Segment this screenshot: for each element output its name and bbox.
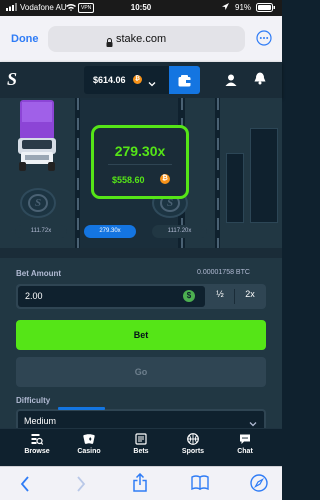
bet-button[interactable]: Bet: [16, 320, 266, 350]
browser-toolbar: Done stake.com: [0, 16, 282, 62]
nav-sports-label: Sports: [181, 448, 205, 455]
done-button[interactable]: Done: [11, 33, 39, 45]
lane-multiplier: 111.72x: [15, 225, 67, 238]
bell-icon[interactable]: [254, 72, 266, 90]
nav-sports[interactable]: Sports: [165, 433, 221, 455]
board-divider: [0, 248, 282, 258]
share-icon[interactable]: [133, 472, 147, 497]
bookmarks-icon[interactable]: [191, 475, 209, 495]
safari-compass-icon[interactable]: [250, 474, 268, 497]
nav-casino[interactable]: Casino: [61, 433, 117, 455]
browse-icon: [31, 434, 43, 445]
balance-amount: $614.06: [93, 75, 126, 85]
chevron-down-icon: [148, 75, 156, 93]
barrier-block: [226, 153, 244, 223]
chevron-down-icon: [249, 415, 257, 428]
difficulty-value: Medium: [24, 416, 57, 426]
difficulty-select[interactable]: Medium: [16, 409, 266, 428]
stake-logo[interactable]: S: [7, 69, 17, 89]
double-bet-button[interactable]: 2x: [236, 289, 264, 299]
safari-toolbar: [0, 466, 282, 500]
lock-icon: [106, 34, 113, 52]
win-multiplier-card: 279.30x $558.60 ₿: [91, 125, 189, 199]
bottom-navigation: Browse Casino Bets Sports Chat: [0, 428, 282, 466]
status-bar: Vodafone AU VPN 10:50 91%: [0, 0, 282, 16]
nav-casino-label: Casino: [77, 448, 101, 455]
bet-amount-input[interactable]: 2.00 $: [18, 286, 205, 307]
nav-bets-label: Bets: [133, 448, 149, 455]
nav-chat[interactable]: Chat: [217, 433, 273, 455]
sports-icon: [187, 433, 199, 445]
nav-bets[interactable]: Bets: [113, 433, 169, 455]
lane-multiplier-active: 279.30x: [84, 225, 136, 238]
back-icon[interactable]: [20, 476, 30, 497]
forward-icon[interactable]: [76, 476, 86, 497]
bitcoin-icon: ₿: [133, 75, 142, 84]
win-multiplier: 279.30x: [114, 143, 166, 159]
go-button[interactable]: Go: [16, 357, 266, 387]
location-icon: [222, 3, 229, 13]
user-icon[interactable]: [225, 73, 237, 91]
bet-amount-group: 2.00 $ ½ 2x: [16, 284, 266, 309]
game-board: S S 279.30x $558.60 ₿ 111.72x 279.30x 11…: [0, 98, 282, 248]
chat-icon: [240, 434, 250, 444]
button-separator: [234, 289, 235, 304]
nav-browse-label: Browse: [24, 448, 50, 455]
half-bet-button[interactable]: ½: [207, 289, 233, 299]
win-payout: $558.60: [112, 175, 145, 185]
bet-amount-label: Bet Amount: [16, 269, 62, 278]
balance-selector[interactable]: $614.06 ₿: [84, 66, 169, 94]
url-text: stake.com: [116, 33, 167, 45]
bitcoin-icon: ₿: [160, 174, 170, 184]
chip-logo: S: [28, 194, 48, 212]
bet-amount-value: 2.00: [25, 291, 43, 301]
truck-icon: [17, 100, 57, 177]
btc-equivalent: 0.00001758 BTC: [197, 269, 250, 276]
active-indicator: [58, 407, 105, 410]
card-divider: [108, 164, 172, 165]
coin-chip: S: [20, 188, 56, 218]
casino-icon: [83, 434, 95, 444]
wallet-icon: [178, 74, 191, 92]
nav-browse[interactable]: Browse: [9, 433, 65, 455]
lane-divider: [77, 98, 79, 248]
more-options-icon[interactable]: [256, 30, 272, 51]
lane-divider: [217, 98, 219, 248]
difficulty-label: Difficulty: [16, 396, 51, 405]
nav-chat-label: Chat: [237, 448, 253, 455]
bets-icon: [135, 433, 147, 445]
barrier-block: [250, 128, 278, 223]
bet-controls: Bet Amount 0.00001758 BTC 2.00 $ ½ 2x Be…: [0, 258, 282, 428]
wallet-button[interactable]: [169, 66, 200, 94]
lane-multiplier: 1117.20x: [152, 225, 207, 238]
battery-percent: 91%: [235, 3, 252, 12]
app-header: S $614.06 ₿: [0, 62, 282, 98]
dollar-icon: $: [183, 290, 195, 302]
address-bar[interactable]: stake.com: [48, 26, 245, 52]
battery-icon: [256, 3, 276, 14]
